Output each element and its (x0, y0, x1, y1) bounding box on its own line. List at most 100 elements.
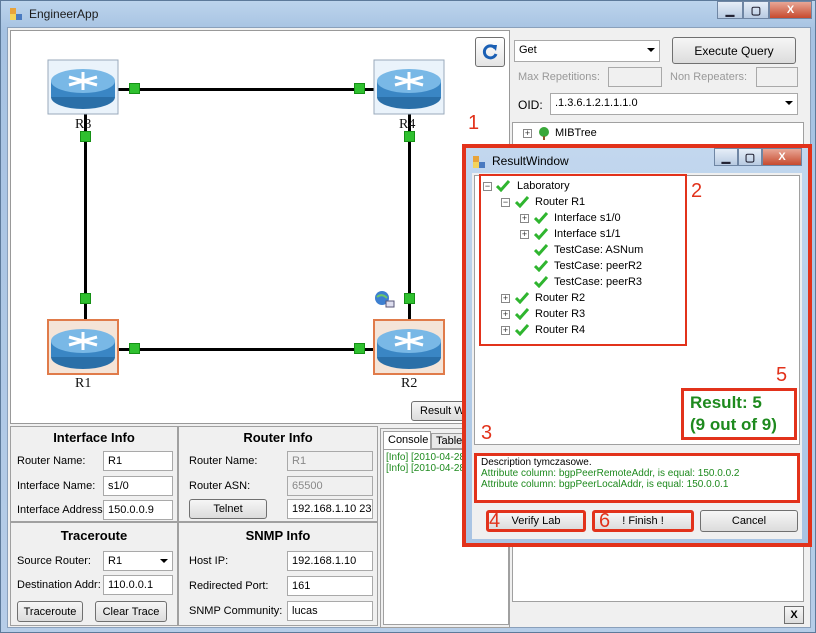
port-indicator (129, 343, 140, 354)
result-window: ResultWindow ▁ ▢ X − Laboratory − Router… (462, 144, 812, 547)
window-controls: ▁ ▢ X (717, 1, 812, 19)
router-info-name-field[interactable]: R1 (287, 451, 373, 471)
close-small-button[interactable]: X (784, 606, 804, 624)
mibtree-node[interactable]: MIBTree (555, 127, 597, 139)
host-ip-field[interactable]: 192.168.1.10 (287, 551, 373, 571)
source-router-select[interactable]: R1 (103, 551, 173, 571)
topology-canvas[interactable]: R3 R4 R1 R2 Result Wi (10, 30, 510, 424)
router-r2-label: R2 (401, 376, 418, 391)
maximize-button[interactable]: ▢ (743, 1, 769, 19)
redirected-port-field[interactable]: 161 (287, 576, 373, 596)
port-indicator (129, 83, 140, 94)
port-indicator (354, 83, 365, 94)
router-asn-label: Router ASN: (189, 480, 251, 492)
verify-lab-button[interactable]: Verify Lab (486, 510, 586, 532)
interface-name-field[interactable]: s1/0 (103, 476, 173, 496)
app-icon (10, 8, 22, 20)
interface-info-group: Interface Info Router Name: R1 Interface… (10, 426, 178, 522)
interface-name-label: Interface Name: (17, 480, 96, 492)
annotation-2: 2 (691, 180, 703, 202)
result-score: Result: 5 (690, 393, 762, 412)
router-r3-label: R3 (75, 117, 92, 132)
router-info-name-label: Router Name: (189, 455, 258, 467)
chevron-down-icon (785, 101, 793, 105)
router-info-group: Router Info Router Name: R1 Router ASN: … (178, 426, 378, 522)
expand-icon[interactable]: + (523, 129, 532, 138)
interface-info-title: Interface Info (53, 430, 135, 445)
interface-address-label: Interface Address: (17, 504, 106, 516)
tab-console[interactable]: Console (383, 431, 431, 449)
snmp-info-group: SNMP Info Host IP: 192.168.1.10 Redirect… (178, 522, 378, 626)
router-info-title: Router Info (243, 430, 313, 445)
port-indicator (80, 293, 91, 304)
result-window-client: − Laboratory − Router R1 + Interface s1/… (472, 173, 802, 539)
router-r1-label: R1 (75, 376, 92, 391)
oid-label: OID: (518, 98, 543, 112)
description-title: Description tymczasowe. (481, 457, 592, 468)
port-indicator (404, 293, 415, 304)
annotation-6: 6 (599, 510, 611, 532)
result-window-controls: ▁ ▢ X (714, 148, 802, 166)
interface-address-field[interactable]: 150.0.0.9 (103, 500, 173, 520)
port-indicator (354, 343, 365, 354)
minimize-button[interactable]: ▁ (717, 1, 743, 19)
snmp-info-title: SNMP Info (245, 528, 311, 543)
non-repeaters-label: Non Repeaters: (670, 71, 748, 83)
chevron-down-icon (160, 559, 168, 563)
maximize-button[interactable]: ▢ (738, 148, 762, 166)
traceroute-title: Traceroute (60, 528, 128, 543)
operation-select[interactable]: Get (514, 40, 660, 62)
interface-router-name-field[interactable]: R1 (103, 451, 173, 471)
window-title: EngineerApp (29, 7, 99, 21)
traceroute-group: Traceroute Source Router: R1 Destination… (10, 522, 178, 626)
max-repetitions-label: Max Repetitions: (518, 71, 600, 83)
router-r4-label: R4 (399, 117, 416, 132)
close-button[interactable]: X (769, 1, 812, 19)
traceroute-button[interactable]: Traceroute (17, 601, 83, 622)
result-tree[interactable]: − Laboratory − Router R1 + Interface s1/… (474, 174, 800, 445)
annotation-3: 3 (481, 422, 493, 444)
minimize-button[interactable]: ▁ (714, 148, 738, 166)
non-repeaters-input[interactable] (756, 67, 798, 87)
annotation-5: 5 (776, 364, 788, 386)
result-box: Result: 5 (9 out of 9) (681, 388, 797, 440)
refresh-button[interactable] (475, 37, 505, 67)
max-repetitions-input[interactable] (608, 67, 662, 87)
oid-value: .1.3.6.1.2.1.1.1.0 (555, 97, 638, 109)
host-ip-label: Host IP: (189, 555, 229, 567)
snmp-community-field[interactable]: lucas (287, 601, 373, 621)
destination-addr-label: Destination Addr: (17, 579, 101, 591)
description-line: Attribute column: bgpPeerRemoteAddr, is … (481, 468, 740, 479)
router-r1-icon[interactable] (47, 319, 119, 375)
router-r2-icon[interactable] (373, 319, 445, 375)
description-line: Attribute column: bgpPeerLocalAddr, is e… (481, 479, 729, 490)
redirected-port-label: Redirected Port: (189, 580, 269, 592)
router-r3-icon[interactable] (47, 59, 119, 115)
close-button[interactable]: X (762, 148, 802, 166)
source-router-value: R1 (108, 555, 123, 567)
cancel-button[interactable]: Cancel (700, 510, 798, 532)
globe-network-icon (375, 291, 395, 308)
snmp-community-label: SNMP Community: (189, 605, 283, 617)
router-asn-field[interactable]: 65500 (287, 476, 373, 496)
execute-query-button[interactable]: Execute Query (672, 37, 796, 64)
router-name-label: Router Name: (17, 455, 86, 467)
oid-select[interactable]: .1.3.6.1.2.1.1.1.0 (550, 93, 798, 115)
clear-trace-button[interactable]: Clear Trace (95, 601, 167, 622)
telnet-address-field[interactable]: 192.168.1.10 23 (287, 499, 373, 519)
tree-icon (539, 127, 549, 140)
highlight-box-tree (479, 174, 687, 346)
chevron-down-icon (647, 48, 655, 52)
annotation-4: 4 (489, 510, 501, 532)
source-router-label: Source Router: (17, 555, 91, 567)
router-r4-icon[interactable] (373, 59, 445, 115)
result-count: (9 out of 9) (690, 415, 777, 434)
operation-value: Get (519, 44, 537, 56)
refresh-icon (482, 44, 498, 60)
destination-addr-field[interactable]: 110.0.0.1 (103, 575, 173, 595)
telnet-button[interactable]: Telnet (189, 499, 267, 519)
result-window-icon (473, 156, 485, 168)
result-window-title: ResultWindow (492, 154, 569, 168)
description-box[interactable]: Description tymczasowe. Attribute column… (474, 453, 800, 503)
annotation-1: 1 (468, 112, 480, 134)
